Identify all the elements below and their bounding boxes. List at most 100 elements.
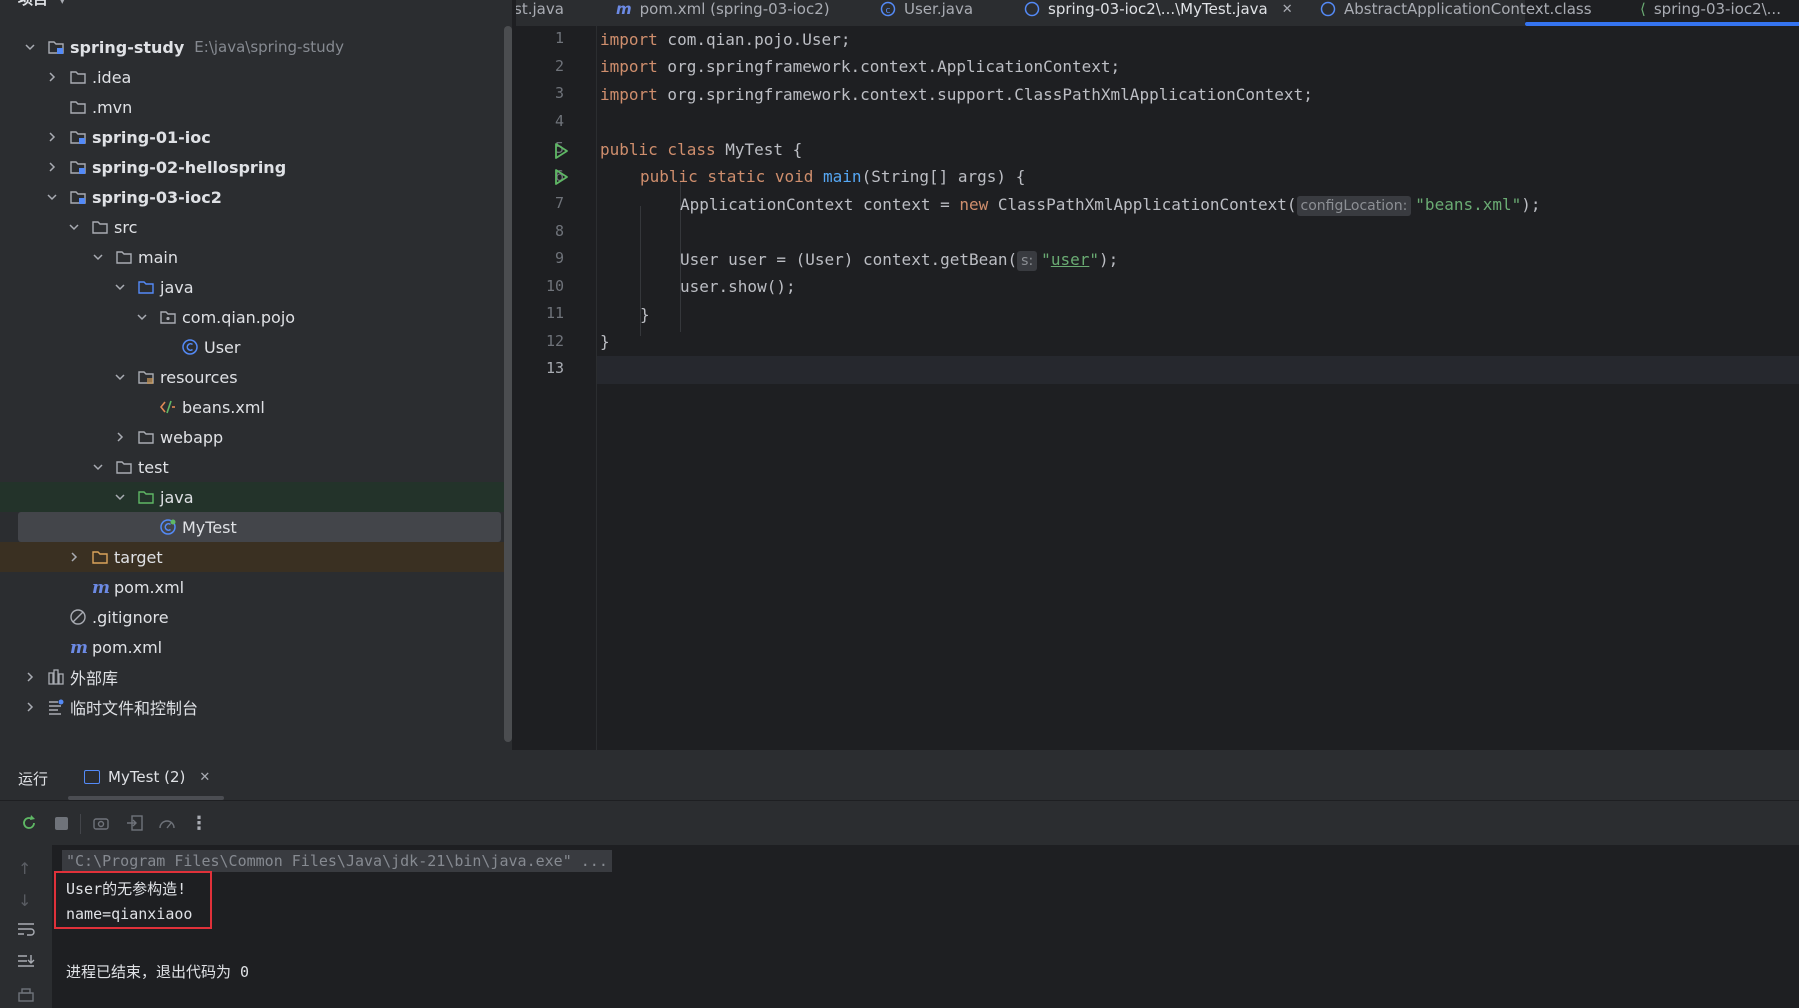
tree-item-label: User: [204, 337, 241, 357]
chevron-right-icon[interactable]: [112, 429, 128, 445]
tree-item[interactable]: spring-01-ioc: [0, 122, 505, 152]
code-line-2[interactable]: import org.springframework.context.Appli…: [600, 53, 1120, 80]
tree-item[interactable]: spring-03-ioc2: [0, 182, 505, 212]
login-icon[interactable]: [124, 812, 146, 834]
rerun-icon[interactable]: [18, 812, 40, 834]
close-icon[interactable]: ✕: [199, 770, 210, 785]
chevron-right-icon[interactable]: [22, 669, 38, 685]
keyword: public: [600, 140, 658, 159]
arrow-up-icon[interactable]: ↑: [18, 859, 31, 878]
stop-icon[interactable]: [50, 812, 72, 834]
tab-abstract-application-context[interactable]: AbstractApplicationContext.class: [1320, 0, 1592, 24]
tab-label: st.java: [516, 0, 564, 18]
tree-item[interactable]: main: [0, 242, 505, 272]
tree-item[interactable]: m pom.xml: [0, 572, 505, 602]
project-scrollbar[interactable]: [504, 26, 512, 742]
chevron-down-icon[interactable]: [44, 189, 60, 205]
code-text: User user = (User) context.getBean(: [680, 250, 1018, 269]
camera-icon[interactable]: [90, 812, 112, 834]
tree-item[interactable]: .mvn: [0, 92, 505, 122]
tab-spring-03-ioc2[interactable]: ⟨ spring-03-ioc2\...: [1640, 0, 1781, 24]
tab-pom-xml[interactable]: m pom.xml (spring-03-ioc2): [616, 0, 830, 24]
chevron-right-icon[interactable]: [22, 699, 38, 715]
console-output[interactable]: "C:\Program Files\Common Files\Java\jdk-…: [52, 845, 1799, 1008]
svg-text:m: m: [92, 578, 109, 596]
code-line-5[interactable]: public class MyTest {: [600, 136, 802, 163]
code-line-12[interactable]: }: [600, 328, 610, 355]
chevron-right-icon[interactable]: [44, 69, 60, 85]
line-number: 1: [554, 29, 564, 47]
console-icon: [84, 770, 100, 784]
code-line-9[interactable]: User user = (User) context.getBean(s: "us…: [680, 246, 1118, 273]
chevron-down-icon[interactable]: [134, 309, 150, 325]
tree-item[interactable]: .gitignore: [0, 602, 505, 632]
tree-item[interactable]: spring-study E:\java\spring-study: [0, 32, 505, 62]
tree-item-label: spring-02-hellospring: [92, 157, 287, 177]
run-icon[interactable]: [552, 142, 570, 160]
tree-item[interactable]: java: [0, 272, 505, 302]
chevron-down-icon[interactable]: [112, 489, 128, 505]
tree-item[interactable]: .idea: [0, 62, 505, 92]
code-line-10[interactable]: user.show();: [680, 273, 796, 300]
line-number: 11: [545, 304, 564, 322]
console-exit-line: 进程已结束，退出代码为 0: [66, 963, 250, 981]
tree-item[interactable]: spring-02-hellospring: [0, 152, 505, 182]
string-literal: "beans.xml": [1415, 195, 1522, 214]
code-text: com.qian.pojo.User;: [657, 30, 851, 49]
chevron-down-icon[interactable]: [112, 279, 128, 295]
soft-wrap-icon[interactable]: [16, 921, 36, 941]
tree-item[interactable]: 临时文件和控制台: [0, 692, 505, 722]
tree-item[interactable]: src: [0, 212, 505, 242]
tree-item[interactable]: 外部库: [0, 662, 505, 692]
tab-mytest-java[interactable]: spring-03-ioc2\...\MyTest.java ✕: [1024, 0, 1293, 24]
run-tab-mytest[interactable]: MyTest (2) ✕: [84, 768, 210, 786]
package-icon: [158, 307, 178, 327]
more-icon[interactable]: ⋮: [188, 812, 210, 834]
scroll-to-end-icon[interactable]: [16, 953, 36, 973]
tree-item[interactable]: com.qian.pojo: [0, 302, 505, 332]
gutter-divider: [596, 26, 597, 750]
class-icon: [1320, 1, 1336, 17]
chevron-down-icon[interactable]: ▾: [59, 0, 65, 7]
tab-st-java[interactable]: st.java: [516, 0, 564, 24]
code-line-7[interactable]: ApplicationContext context = new ClassPa…: [680, 191, 1541, 218]
tree-item[interactable]: User: [0, 332, 505, 362]
string-quote: ": [1041, 250, 1051, 269]
tab-label: pom.xml (spring-03-ioc2): [639, 0, 830, 18]
chevron-down-icon[interactable]: [90, 459, 106, 475]
tree-item[interactable]: resources: [0, 362, 505, 392]
tree-item[interactable]: beans.xml: [0, 392, 505, 422]
code-line-11[interactable]: }: [640, 301, 650, 328]
method-name: main: [823, 167, 862, 186]
code-line-3[interactable]: import org.springframework.context.suppo…: [600, 81, 1313, 108]
tree-item-label: .gitignore: [92, 607, 169, 627]
chevron-down-icon[interactable]: [66, 219, 82, 235]
line-number: 10: [545, 276, 564, 295]
tree-item[interactable]: MyTest: [18, 512, 501, 542]
tree-item[interactable]: java: [0, 482, 505, 512]
code-editor[interactable]: 1 2 3 4 5 6 7 8 9 10 11 12 13 import com.qian.pojo.U…: [516, 26, 1799, 750]
tree-item[interactable]: target: [0, 542, 505, 572]
close-icon[interactable]: ✕: [1282, 2, 1293, 17]
chevron-down-icon[interactable]: [22, 39, 38, 55]
folder-icon: [68, 97, 88, 117]
chevron-down-icon[interactable]: [112, 369, 128, 385]
profiler-icon[interactable]: [156, 812, 178, 834]
chevron-right-icon[interactable]: [44, 129, 60, 145]
module-folder-icon: [46, 37, 66, 57]
chevron-right-icon[interactable]: [44, 159, 60, 175]
run-icon[interactable]: [552, 168, 570, 186]
chevron-right-icon[interactable]: [66, 549, 82, 565]
code-line-1[interactable]: import com.qian.pojo.User;: [600, 26, 850, 53]
tree-item-label: MyTest: [182, 517, 237, 537]
tree-item[interactable]: m pom.xml: [0, 632, 505, 662]
code-text: (String[] args) {: [861, 167, 1026, 186]
code-line-6[interactable]: public static void main(String[] args) {: [640, 163, 1025, 190]
print-icon[interactable]: [16, 987, 36, 1007]
arrow-down-icon[interactable]: ↓: [18, 891, 31, 910]
tree-item[interactable]: webapp: [0, 422, 505, 452]
tab-user-java[interactable]: c User.java: [880, 0, 973, 24]
chevron-down-icon[interactable]: [90, 249, 106, 265]
tree-item[interactable]: test: [0, 452, 505, 482]
project-panel-title[interactable]: 项目 ▾: [18, 0, 65, 9]
